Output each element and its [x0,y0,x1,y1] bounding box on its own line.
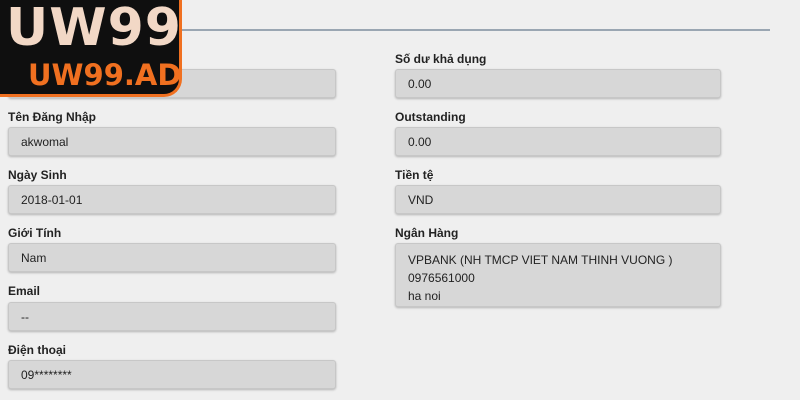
bank-name: VPBANK (NH TMCP VIET NAM THINH VUONG ) [408,253,673,267]
outstanding-value: 0.00 [408,134,432,149]
balance-label: Số dư khả dụng [395,52,487,66]
username-value: akwomal [21,134,69,149]
currency-label: Tiền tệ [395,168,434,182]
logo-main-text: UW99 [6,0,182,58]
email-label: Email [8,284,41,298]
outstanding-field: 0.00 [395,127,721,156]
balance-value: 0.00 [408,76,432,91]
currency-field: VND [395,185,721,214]
gender-label: Giới Tính [8,226,62,240]
header-divider [150,29,770,31]
email-field: -- [8,302,336,331]
balance-field: 0.00 [395,69,721,98]
bank-label: Ngân Hàng [395,226,459,240]
phone-value: 09******** [21,367,72,382]
bank-account-number: 0976561000 [408,271,475,285]
logo-sub-text: UW99.AD [28,58,182,92]
birthdate-field: 2018-01-01 [8,185,336,214]
currency-value: VND [408,192,434,207]
bank-branch: ha noi [408,289,441,303]
outstanding-label: Outstanding [395,110,466,124]
gender-value: Nam [21,250,47,265]
gender-field: Nam [8,243,336,272]
brand-logo: UW99 UW99.AD [0,0,182,97]
birthdate-label: Ngày Sinh [8,168,67,182]
phone-label: Điện thoại [8,343,67,357]
bank-field: VPBANK (NH TMCP VIET NAM THINH VUONG ) 0… [395,243,721,307]
birthdate-value: 2018-01-01 [21,192,83,207]
username-field: akwomal [8,127,336,156]
username-label: Tên Đăng Nhập [8,110,97,124]
phone-field: 09******** [8,360,336,389]
email-value: -- [21,309,29,324]
